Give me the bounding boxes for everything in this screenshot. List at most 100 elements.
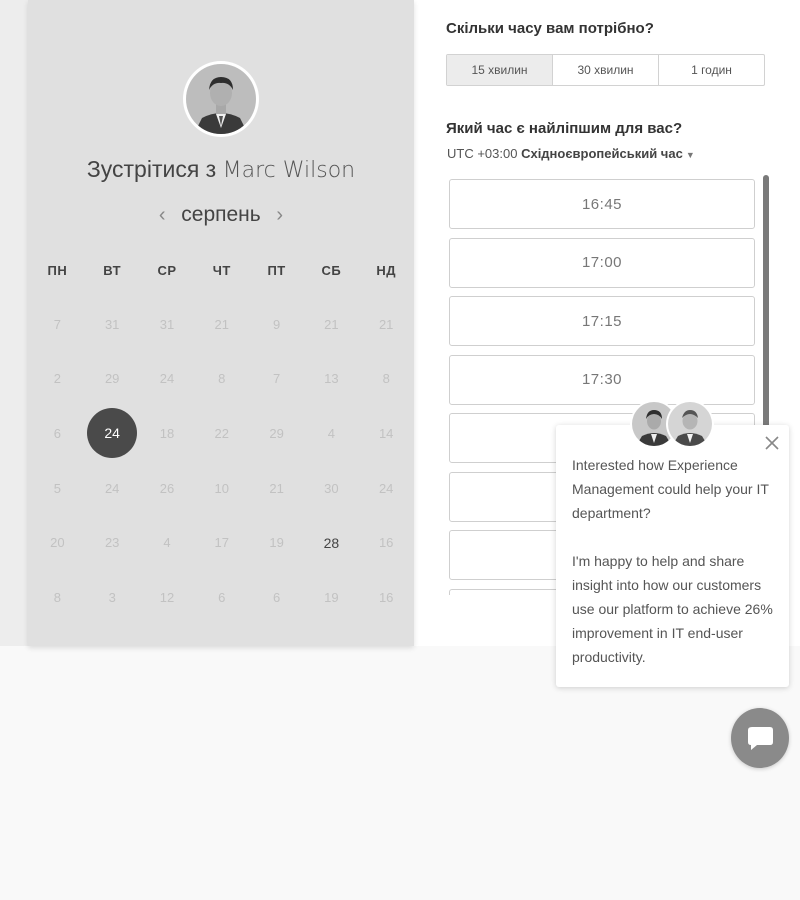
calendar-day-number: 24 <box>159 371 175 387</box>
calendar-day: 14 <box>359 406 414 461</box>
calendar-day: 2 <box>30 352 85 407</box>
calendar-day-number: 8 <box>53 589 62 605</box>
chat-popup: Interested how Experience Management cou… <box>556 425 789 687</box>
chat-agents <box>630 400 716 450</box>
calendar-day-number: 14 <box>378 425 394 441</box>
calendar-day-number: 3 <box>108 589 116 605</box>
calendar-day: 13 <box>304 352 359 407</box>
calendar-day: 21 <box>304 297 359 352</box>
calendar-day-number: 16 <box>378 535 394 551</box>
calendar-day: 9 <box>249 297 304 352</box>
calendar-day: 30 <box>304 461 359 516</box>
calendar-day-selected[interactable]: 24 <box>85 406 140 461</box>
time-slot[interactable]: 17:15 <box>449 296 755 346</box>
calendar-day: 8 <box>30 570 85 625</box>
duration-option-15[interactable]: 15 хвилин <box>447 55 552 85</box>
calendar-day-number: 18 <box>159 425 175 441</box>
calendar-day-number: 28 <box>323 534 340 551</box>
calendar-day: 21 <box>359 297 414 352</box>
calendar-day-number: 24 <box>378 480 394 496</box>
calendar-day: 8 <box>194 352 249 407</box>
calendar-day-number: 6 <box>272 589 281 605</box>
weekday-label: НД <box>376 263 396 278</box>
calendar-day-available[interactable]: 28 <box>304 515 359 570</box>
calendar-day-number: 29 <box>104 371 120 387</box>
calendar-day-number: 7 <box>53 316 62 332</box>
calendar-day: 4 <box>140 515 195 570</box>
calendar-card: Зустрітися з Marc Wilson ‹ серпень › ПН … <box>28 0 414 646</box>
calendar-day: 19 <box>304 570 359 625</box>
calendar-day-number: 8 <box>218 371 226 387</box>
duration-option-30[interactable]: 30 хвилин <box>552 55 658 85</box>
calendar-day-number: 7 <box>272 371 281 387</box>
calendar-day-number: 20 <box>50 535 65 551</box>
calendar-day: 10 <box>194 461 249 516</box>
calendar-day-number: 8 <box>382 371 390 387</box>
calendar-day: 6 <box>194 570 249 625</box>
time-question: Який час є найліпшим для вас? <box>446 120 683 137</box>
calendar-day: 29 <box>85 352 140 407</box>
calendar-day-number: 21 <box>269 480 284 496</box>
calendar-day: 24 <box>140 352 195 407</box>
calendar-day: 12 <box>140 570 195 625</box>
calendar-day-number: 21 <box>324 316 339 332</box>
calendar-day-number: 5 <box>53 480 62 496</box>
host-title-prefix: Зустрітися з <box>86 156 217 182</box>
chevron-left-icon[interactable]: ‹ <box>155 204 169 227</box>
calendar-day: 7 <box>30 297 85 352</box>
calendar-day: 17 <box>194 515 249 570</box>
caret-down-icon: ▼ <box>685 150 695 160</box>
calendar-day-number: 6 <box>218 589 226 605</box>
calendar-day-number: 2 <box>53 371 62 387</box>
calendar-day-number: 12 <box>159 589 175 605</box>
time-slot-scrollbar[interactable] <box>763 175 769 430</box>
month-navigation: ‹ серпень › <box>28 203 414 227</box>
calendar-day: 16 <box>359 515 414 570</box>
calendar-day-number: 24 <box>87 408 138 459</box>
timezone-selector[interactable]: UTC +03:00 Східноєвропейський час ▼ <box>447 146 695 161</box>
time-slot[interactable]: 17:30 <box>449 354 755 405</box>
calendar-day: 7 <box>249 352 304 407</box>
calendar-day: 31 <box>85 297 140 352</box>
calendar-day: 18 <box>140 406 195 461</box>
calendar-day-number: 24 <box>104 480 120 496</box>
calendar-day-number: 21 <box>378 316 394 332</box>
calendar-day: 16 <box>359 570 414 625</box>
calendar-day: 22 <box>194 406 249 461</box>
duration-option-60[interactable]: 1 годин <box>658 55 764 85</box>
calendar-day-number: 9 <box>272 316 281 332</box>
calendar-day: 26 <box>140 461 195 516</box>
timezone-offset: UTC +03:00 <box>447 146 518 161</box>
calendar-day-number: 23 <box>104 535 120 551</box>
chat-message: Interested how Experience Management cou… <box>572 457 773 665</box>
calendar-day: 5 <box>30 461 85 516</box>
calendar-day: 21 <box>249 461 304 516</box>
agent-avatar <box>666 400 714 448</box>
close-icon[interactable] <box>764 435 780 451</box>
calendar-day: 6 <box>249 570 304 625</box>
calendar-day-number: 17 <box>214 535 230 551</box>
calendar-day-number: 30 <box>324 480 339 496</box>
calendar-day-number: 31 <box>159 316 175 332</box>
calendar-day: 24 <box>359 461 414 516</box>
host-title: Зустрітися з Marc Wilson <box>28 156 414 183</box>
host-avatar <box>183 61 259 137</box>
weekday-header: ПН ВТ СР ЧТ ПТ СБ НД <box>30 263 414 278</box>
calendar-day-number: 10 <box>214 480 230 496</box>
time-slot[interactable]: 17:00 <box>449 237 755 288</box>
host-name: Marc Wilson <box>222 158 356 183</box>
weekday-label: ПН <box>47 263 68 278</box>
calendar-day: 3 <box>85 570 140 625</box>
chat-launcher-button[interactable] <box>731 708 789 768</box>
time-slot[interactable]: 16:45 <box>449 179 755 229</box>
calendar-day: 29 <box>249 406 304 461</box>
calendar-day: 4 <box>304 406 359 461</box>
calendar-day: 19 <box>249 515 304 570</box>
chevron-right-icon[interactable]: › <box>273 204 287 227</box>
weekday-label: ПТ <box>267 263 286 278</box>
calendar-day-number: 4 <box>327 425 335 441</box>
calendar-day-grid: 7 31 31 21 9 21 21 2 29 24 8 7 13 8 6 24 18 22 29 4 14 5 24 26 1… <box>30 297 414 625</box>
calendar-day-number: 19 <box>324 589 339 605</box>
calendar-day-number: 26 <box>159 480 175 496</box>
calendar-day-number: 13 <box>324 371 339 387</box>
